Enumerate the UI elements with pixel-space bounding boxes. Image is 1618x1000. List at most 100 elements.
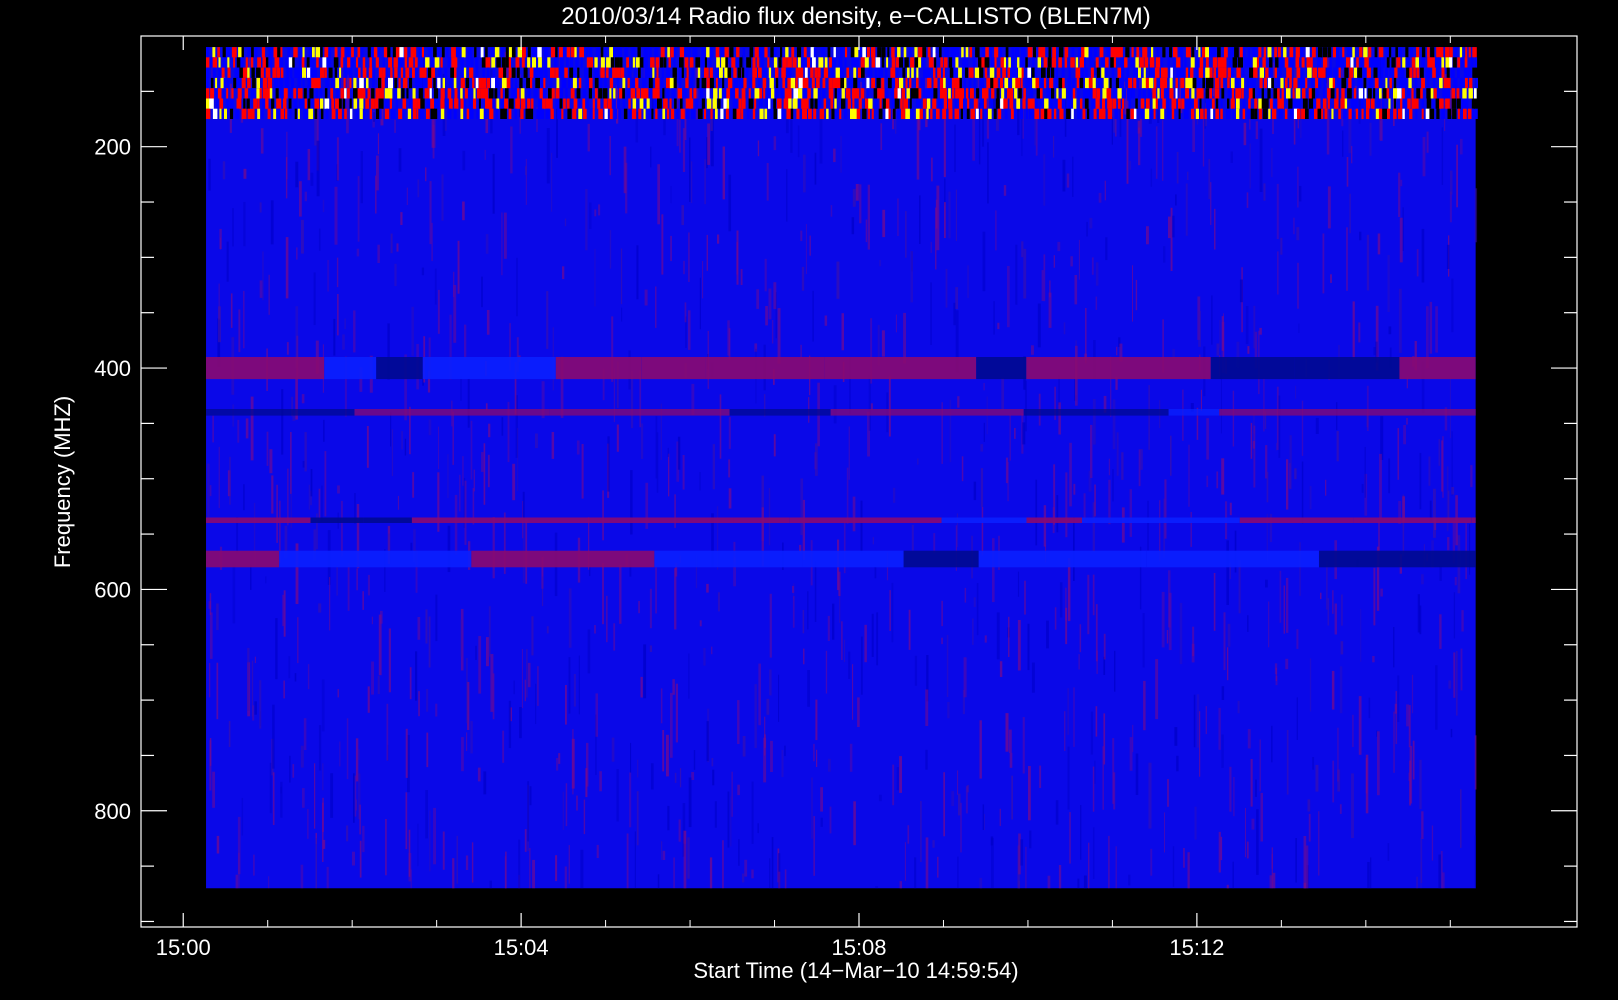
heatmap-cell: [527, 47, 531, 58]
heatmap-cell: [1219, 320, 1221, 348]
heatmap-cell: [1101, 67, 1105, 78]
heatmap-cell: [652, 67, 655, 78]
heatmap-cell: [250, 564, 252, 590]
heatmap-cell: [1172, 215, 1175, 238]
heatmap-cell: [1046, 88, 1052, 99]
heatmap-cell: [722, 840, 724, 889]
heatmap-cell: [643, 57, 648, 68]
heatmap-cell: [1456, 88, 1460, 99]
heatmap-cell: [252, 77, 256, 89]
heatmap-cell: [1254, 779, 1257, 797]
heatmap-cell: [754, 47, 759, 58]
heatmap-cell: [1118, 47, 1123, 58]
heatmap-cell: [1002, 67, 1006, 78]
heatmap-cell: [475, 77, 479, 89]
heatmap-cell: [817, 67, 821, 78]
heatmap-cell: [814, 152, 817, 185]
heatmap-cell: [736, 241, 738, 275]
heatmap-cell: [440, 57, 443, 68]
heatmap-cell: [820, 787, 823, 812]
heatmap-cell: [683, 260, 685, 275]
heatmap-cell: [206, 88, 210, 99]
heatmap-cell: [891, 98, 895, 109]
heatmap-cell: [1358, 322, 1361, 343]
heatmap-cell: [786, 67, 790, 78]
heatmap-cell: [272, 704, 275, 769]
heatmap-cell: [841, 88, 845, 99]
heatmap-cell: [394, 119, 396, 133]
heatmap-cell: [624, 47, 629, 58]
heatmap-cell: [494, 47, 500, 58]
heatmap-cell: [247, 77, 251, 89]
heatmap-cell: [1243, 122, 1247, 146]
heatmap-cell: [1366, 98, 1370, 109]
heatmap-cell: [909, 77, 912, 89]
heatmap-cell: [626, 57, 629, 68]
heatmap-cell: [984, 108, 987, 119]
heatmap-cell: [756, 289, 759, 309]
heatmap-cell: [212, 108, 218, 119]
heatmap-cell: [802, 88, 807, 99]
heatmap-cell: [466, 732, 468, 751]
heatmap-cell: [748, 77, 752, 89]
heatmap-cell: [1142, 88, 1146, 99]
heatmap-cell: [1321, 108, 1324, 119]
heatmap-cell: [421, 47, 424, 58]
heatmap-cell: [1249, 143, 1251, 189]
heatmap-cell: [1346, 227, 1348, 291]
heatmap-cell: [341, 47, 345, 58]
heatmap-cell: [233, 57, 236, 68]
heatmap-cell: [566, 57, 569, 68]
heatmap-cell: [692, 47, 696, 58]
heatmap-cell: [1441, 67, 1445, 78]
heatmap-cell: [1168, 570, 1171, 628]
heatmap-cell: [1310, 57, 1313, 68]
heatmap-cell: [442, 831, 445, 870]
heatmap-cell: [961, 456, 964, 482]
heatmap-cell: [928, 57, 934, 68]
heatmap-cell: [767, 57, 770, 68]
heatmap-cell: [454, 494, 458, 556]
heatmap-cell: [271, 475, 274, 514]
heatmap-cell: [983, 98, 987, 109]
heatmap-cell: [841, 98, 846, 109]
heatmap-cell: [466, 57, 471, 68]
heatmap-cell: [892, 764, 895, 806]
heatmap-cell: [521, 649, 523, 709]
heatmap-cell: [1353, 517, 1472, 523]
heatmap-cell: [1024, 380, 1027, 432]
heatmap-cell: [362, 591, 364, 610]
heatmap-cell: [1227, 98, 1230, 109]
heatmap-cell: [910, 88, 916, 99]
heatmap-cell: [1147, 88, 1152, 99]
heatmap-cell: [462, 201, 465, 221]
heatmap-cell: [551, 432, 555, 459]
heatmap-cell: [1281, 98, 1284, 109]
heatmap-cell: [1043, 505, 1047, 547]
heatmap-cell: [218, 283, 220, 320]
heatmap-cell: [1190, 512, 1192, 547]
heatmap-cell: [722, 77, 725, 89]
heatmap-cell: [217, 47, 220, 58]
heatmap-cell: [501, 47, 504, 58]
heatmap-cell: [1086, 221, 1088, 237]
heatmap-cell: [891, 77, 896, 89]
heatmap-cell: [1058, 375, 1060, 405]
heatmap-cell: [1474, 108, 1478, 119]
heatmap-cell: [1233, 777, 1235, 817]
heatmap-cell: [1084, 57, 1086, 68]
heatmap-cell: [844, 57, 847, 68]
heatmap-cell: [1107, 98, 1113, 109]
heatmap-cell: [209, 612, 213, 659]
heatmap-cell: [556, 77, 560, 89]
heatmap-cell: [340, 88, 344, 99]
heatmap-cell: [905, 211, 907, 258]
heatmap-cell: [1167, 779, 1169, 807]
heatmap-cell: [957, 396, 960, 408]
heatmap-cell: [853, 67, 857, 78]
heatmap-cell: [954, 124, 956, 173]
heatmap-cell: [1055, 800, 1059, 825]
heatmap-cell: [538, 98, 542, 109]
heatmap-cell: [441, 47, 445, 58]
heatmap-cell: [1216, 343, 1220, 356]
